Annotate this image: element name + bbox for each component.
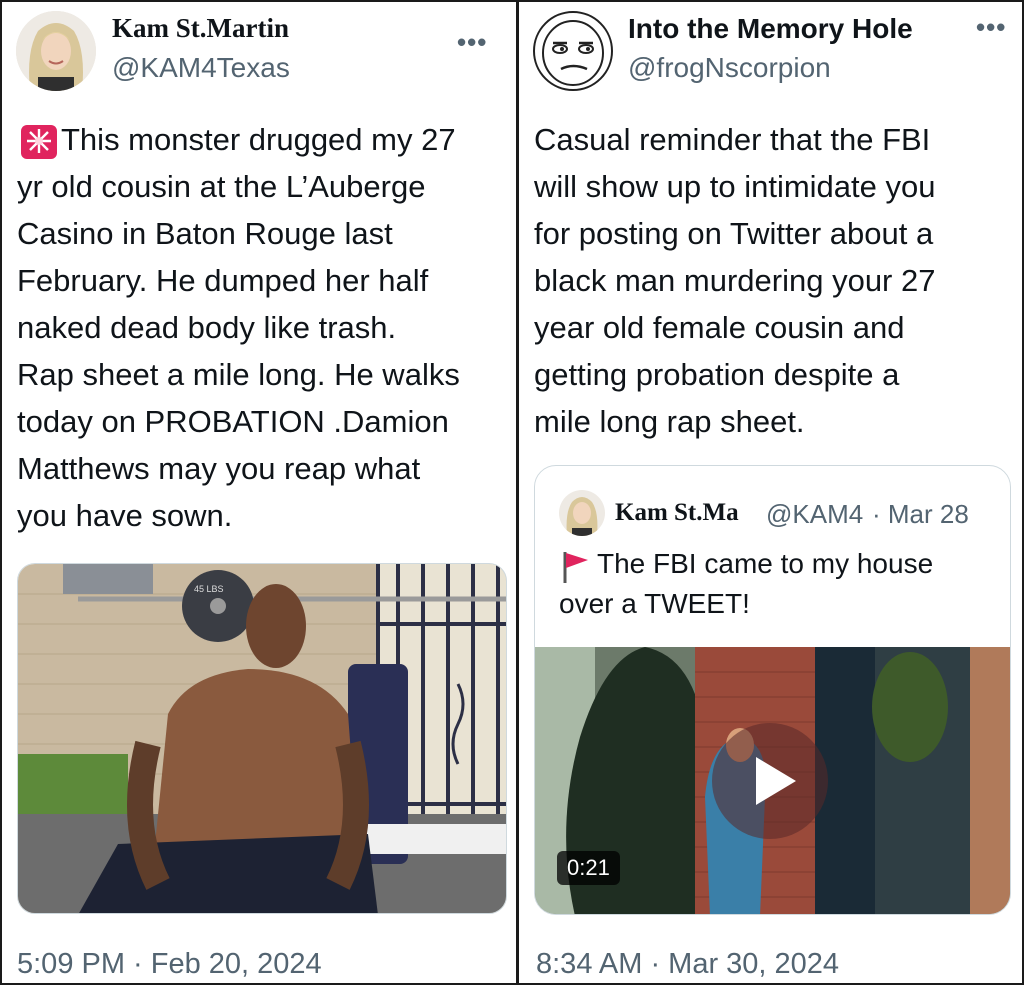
author-avatar[interactable] — [533, 11, 613, 91]
author-name[interactable]: Kam St.Martin — [112, 13, 289, 44]
right-tweet[interactable]: Into the Memory Hole @frogNscorpion ••• … — [517, 0, 1024, 985]
tweet-timestamp[interactable]: 8:34 AM · Mar 30, 2024 — [536, 948, 839, 981]
quoted-tweet[interactable]: Kam St.Ma @KAM4 · Mar 28 The FBI came to… — [534, 465, 1011, 915]
tweet-text: This monster drugged my 27 yr old cousin… — [17, 122, 460, 533]
quoted-text: The FBI came to my house over a TWEET! — [559, 548, 934, 619]
tweet-text: Casual reminder that the FBI will show u… — [534, 122, 936, 439]
quoted-author-handle[interactable]: @KAM4 — [766, 499, 870, 530]
author-handle[interactable]: @frogNscorpion — [628, 52, 831, 84]
meme-face-icon — [542, 20, 604, 86]
avatar-portrait-icon — [16, 11, 96, 91]
author-handle[interactable]: @KAM4Texas — [112, 52, 290, 84]
more-options-icon[interactable]: ••• — [976, 12, 1006, 43]
tweet-timestamp[interactable]: 5:09 PM · Feb 20, 2024 — [17, 948, 322, 981]
author-name[interactable]: Into the Memory Hole — [628, 13, 913, 45]
quoted-author-avatar[interactable] — [559, 490, 605, 536]
more-options-icon[interactable]: ••• — [457, 27, 487, 58]
left-tweet[interactable]: Kam St.Martin @KAM4Texas ••• This monste… — [0, 0, 518, 985]
author-avatar[interactable] — [16, 11, 96, 91]
video-duration: 0:21 — [557, 851, 620, 885]
play-icon — [756, 757, 796, 805]
quoted-video[interactable]: 0:21 — [535, 647, 1010, 914]
weight-plate-label: 45 LBS — [194, 584, 224, 594]
tweet-photo[interactable]: 45 LBS — [17, 563, 507, 914]
quoted-author-name[interactable]: Kam St.Ma — [615, 499, 762, 527]
play-button[interactable] — [712, 723, 828, 839]
avatar-portrait-icon — [559, 490, 605, 536]
quoted-date[interactable]: · Mar 28 — [872, 499, 969, 530]
